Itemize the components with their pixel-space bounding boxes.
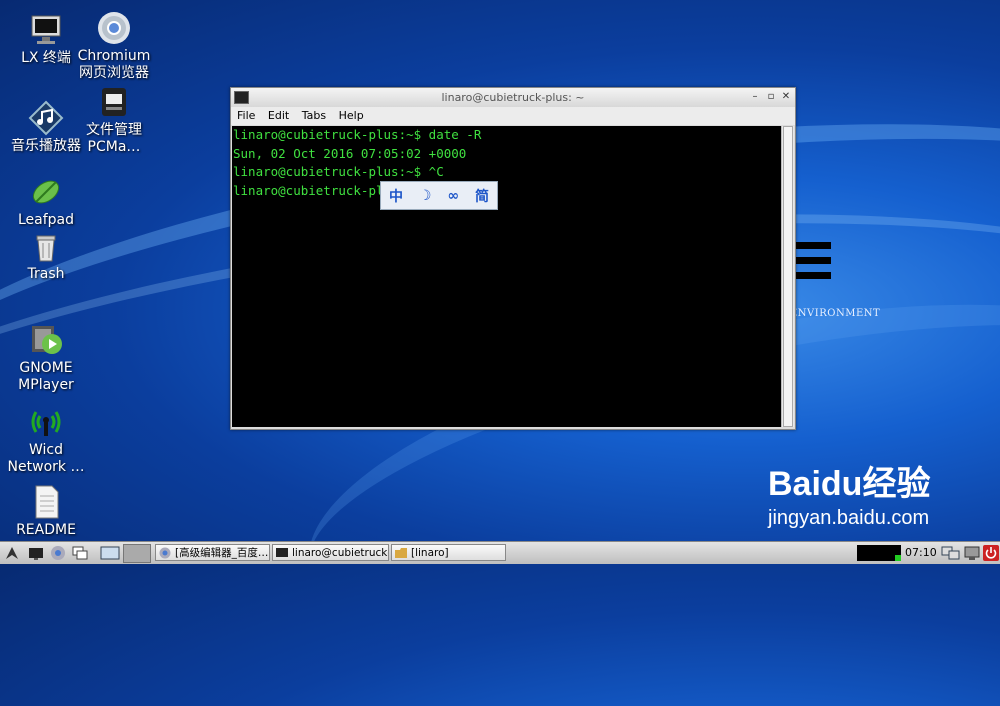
- terminal-window[interactable]: linaro@cubietruck-plus: ~ – ▫ ✕ File Edi…: [230, 87, 796, 430]
- desktop-icon-readme[interactable]: README: [6, 484, 86, 539]
- task-label: [linaro]: [411, 547, 449, 559]
- desktop-icon-chromium[interactable]: Chromium 网页浏览器: [72, 10, 156, 82]
- taskbar-item-folder[interactable]: [linaro]: [391, 544, 506, 561]
- desktop-icon-leafpad[interactable]: Leafpad: [6, 174, 86, 229]
- scrollbar-thumb[interactable]: [783, 126, 793, 427]
- terminal-scrollbar[interactable]: [781, 126, 794, 427]
- baidu-watermark: Baidu经验 jingyan.baidu.com: [768, 456, 930, 530]
- terminal-line: linaro@cubietruck-plus:~$ date -R: [233, 127, 482, 142]
- media-player-icon: [28, 322, 64, 358]
- wallpaper-logo: [795, 242, 831, 287]
- leafpad-icon: [28, 174, 64, 210]
- desktop-icon-label: GNOME MPlayer: [18, 360, 74, 393]
- screen-lock-icon[interactable]: [963, 545, 981, 561]
- terminal-screen[interactable]: linaro@cubietruck-plus:~$ date -R Sun, 0…: [232, 126, 781, 427]
- menu-tabs[interactable]: Tabs: [302, 107, 326, 125]
- menu-help[interactable]: Help: [339, 107, 364, 125]
- minimize-button[interactable]: –: [749, 91, 761, 103]
- menu-file[interactable]: File: [237, 107, 255, 125]
- taskbar-item-terminal[interactable]: linaro@cubietruck-p…: [272, 544, 389, 561]
- taskbar-item-chromium[interactable]: [高级编辑器_百度…: [155, 544, 270, 561]
- desktop-icon-label: 文件管理 PCMa…: [86, 122, 142, 155]
- chromium-launcher-icon[interactable]: [50, 545, 66, 561]
- desktop-icon-file-manager[interactable]: 文件管理 PCMa…: [72, 84, 156, 156]
- terminal-line: Sun, 02 Oct 2016 07:05:02 +0000: [233, 145, 467, 161]
- watermark-url: jingyan.baidu.com: [768, 507, 930, 529]
- wicd-icon: [28, 404, 64, 440]
- watermark-brand: Baidu经验: [768, 465, 931, 503]
- power-icon[interactable]: [983, 545, 999, 561]
- workspace-pager[interactable]: [123, 544, 151, 563]
- terminal-title: linaro@cubietruck-plus: ~: [441, 91, 585, 104]
- task-label: linaro@cubietruck-p…: [292, 547, 388, 559]
- file-manager-icon: [96, 84, 132, 120]
- desktop-icon-label: Wicd Network …: [7, 442, 85, 475]
- chromium-icon: [96, 10, 132, 46]
- desktop-icon-trash[interactable]: Trash: [6, 228, 86, 283]
- network-icon[interactable]: [941, 545, 961, 561]
- trash-icon: [28, 228, 64, 264]
- menu-edit[interactable]: Edit: [268, 107, 289, 125]
- clock[interactable]: 07:10: [905, 546, 937, 559]
- desktop-icon-label: README: [16, 522, 76, 538]
- start-menu-icon[interactable]: [4, 545, 20, 561]
- wallpaper-env-text: ENVIRONMENT: [790, 308, 881, 319]
- ime-simplified-mode[interactable]: 简: [475, 186, 489, 206]
- document-icon: [28, 484, 64, 520]
- close-button[interactable]: ✕: [780, 91, 792, 103]
- ime-infinity-icon[interactable]: ∞: [447, 188, 459, 204]
- ime-toolbar: 中 ☽ ∞ 简: [380, 181, 498, 210]
- cpu-monitor: [857, 545, 901, 561]
- show-desktop-icon[interactable]: [100, 545, 120, 561]
- ime-moon-icon[interactable]: ☽: [419, 188, 432, 204]
- cpu-monitor-bar: [895, 555, 901, 561]
- chromium-icon: [159, 547, 171, 559]
- monitor-icon: [28, 12, 64, 48]
- desktop-icon-gnome-mplayer[interactable]: GNOME MPlayer: [6, 322, 86, 394]
- desktop-icon-wicd[interactable]: Wicd Network …: [6, 404, 86, 476]
- desktop-icon-label: Chromium 网页浏览器: [77, 48, 151, 81]
- taskbar: [高级编辑器_百度… linaro@cubietruck-p… [linaro]…: [0, 541, 1000, 564]
- terminal-menubar: File Edit Tabs Help: [231, 107, 795, 125]
- terminal-line: linaro@cubietruck-plus:~$ ^C: [233, 164, 444, 179]
- terminal-launcher-icon[interactable]: [28, 545, 44, 561]
- terminal-titlebar[interactable]: linaro@cubietruck-plus: ~ – ▫ ✕: [231, 88, 795, 107]
- music-icon: [28, 100, 64, 136]
- terminal-line: linaro@cubietruck-plus:~$: [233, 182, 422, 198]
- maximize-button[interactable]: ▫: [765, 91, 777, 103]
- desktop-icon-label: Leafpad: [17, 212, 75, 228]
- desktop-icon-label: Trash: [27, 266, 65, 282]
- window-switch-icon[interactable]: [72, 545, 88, 561]
- task-label: [高级编辑器_百度…: [175, 547, 269, 559]
- folder-icon: [395, 548, 407, 558]
- terminal-icon: [276, 548, 288, 557]
- ime-chinese-mode[interactable]: 中: [389, 186, 403, 206]
